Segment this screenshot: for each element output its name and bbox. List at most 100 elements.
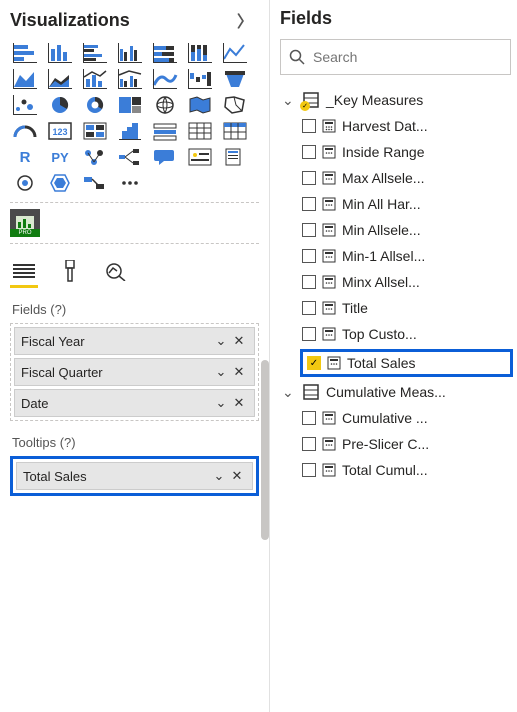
viz-stacked-column-icon[interactable]: [45, 42, 75, 64]
viz-powerapps-icon[interactable]: [45, 172, 75, 194]
viz-scatter-icon[interactable]: [10, 94, 40, 116]
viz-matrix-icon[interactable]: [220, 120, 250, 142]
collapse-pane-icon[interactable]: 〉: [231, 8, 259, 32]
viz-narrative-icon[interactable]: [185, 146, 215, 168]
viz-multi-card-icon[interactable]: [80, 120, 110, 142]
remove-icon[interactable]: ✕: [230, 333, 248, 349]
checkbox[interactable]: [302, 437, 316, 451]
viz-filled-map-icon[interactable]: [185, 94, 215, 116]
viz-automate-icon[interactable]: [80, 172, 110, 194]
chevron-down-icon[interactable]: ⌄: [210, 468, 228, 484]
field-label: Harvest Dat...: [342, 118, 428, 134]
fields-tab-icon[interactable]: [10, 256, 38, 288]
remove-icon[interactable]: ✕: [228, 468, 246, 484]
tooltips-well-label: Tooltips (?): [12, 435, 259, 450]
field-well-item[interactable]: Date ⌄ ✕: [14, 389, 255, 417]
viz-table-icon[interactable]: [185, 120, 215, 142]
checkbox[interactable]: [302, 411, 316, 425]
field-item[interactable]: Title: [300, 295, 517, 321]
chevron-down-icon[interactable]: ⌄: [212, 364, 230, 380]
field-well-item[interactable]: Fiscal Year ⌄ ✕: [14, 327, 255, 355]
viz-100-stacked-bar-icon[interactable]: [150, 42, 180, 64]
viz-arcgis-icon[interactable]: [10, 172, 40, 194]
field-item[interactable]: Min Allsele...: [300, 217, 517, 243]
field-label: Cumulative ...: [342, 410, 428, 426]
custom-visual-pro-icon[interactable]: PRO: [10, 209, 40, 237]
viz-line-clustered-icon[interactable]: [115, 68, 145, 90]
viz-waterfall-icon[interactable]: [185, 68, 215, 90]
table-name: Cumulative Meas...: [326, 384, 446, 400]
table-group[interactable]: ⌄ Cumulative Meas...: [280, 379, 517, 405]
collapse-icon[interactable]: ⌄: [282, 384, 296, 401]
viz-qa-icon[interactable]: [150, 146, 180, 168]
fields-pane: Fields ⌄ ✓ _Key Measures Harvest Dat... …: [270, 0, 517, 712]
viz-key-influencers-icon[interactable]: [80, 146, 110, 168]
viz-map-icon[interactable]: [150, 94, 180, 116]
viz-shape-map-icon[interactable]: [220, 94, 250, 116]
measure-icon: [322, 145, 336, 159]
viz-line-stacked-icon[interactable]: [80, 68, 110, 90]
field-item[interactable]: Top Custo...: [300, 321, 517, 347]
checkbox[interactable]: [302, 197, 316, 211]
viz-r-icon[interactable]: R: [10, 146, 40, 168]
field-item-highlighted[interactable]: ✓Total Sales: [300, 349, 513, 377]
chevron-down-icon[interactable]: ⌄: [212, 395, 230, 411]
search-input[interactable]: [313, 49, 502, 65]
checkbox[interactable]: [302, 249, 316, 263]
field-item[interactable]: Min-1 Allsel...: [300, 243, 517, 269]
viz-stacked-bar-icon[interactable]: [10, 42, 40, 64]
field-item[interactable]: Pre-Slicer C...: [300, 431, 517, 457]
viz-slicer-icon[interactable]: [150, 120, 180, 142]
viz-treemap-icon[interactable]: [115, 94, 145, 116]
viz-card-icon[interactable]: 123: [45, 120, 75, 142]
field-label: Max Allsele...: [342, 170, 424, 186]
checkbox[interactable]: [302, 223, 316, 237]
search-box[interactable]: [280, 39, 511, 75]
viz-100-stacked-column-icon[interactable]: [185, 42, 215, 64]
viz-py-icon[interactable]: PY: [45, 146, 75, 168]
remove-icon[interactable]: ✕: [230, 364, 248, 380]
viz-line-icon[interactable]: [220, 42, 250, 64]
field-item[interactable]: Inside Range: [300, 139, 517, 165]
checkbox[interactable]: [302, 301, 316, 315]
scrollbar-thumb[interactable]: [261, 360, 269, 540]
viz-clustered-bar-icon[interactable]: [80, 42, 110, 64]
viz-donut-icon[interactable]: [80, 94, 110, 116]
analytics-tab-icon[interactable]: [102, 256, 130, 288]
viz-kpi-icon[interactable]: [115, 120, 145, 142]
field-label: Total Cumul...: [342, 462, 428, 478]
viz-gauge-icon[interactable]: [10, 120, 40, 142]
checkbox[interactable]: [302, 145, 316, 159]
checkbox[interactable]: [302, 119, 316, 133]
tooltips-wells-highlight: Total Sales ⌄ ✕: [10, 456, 259, 496]
tooltip-well-item[interactable]: Total Sales ⌄ ✕: [16, 462, 253, 490]
viz-decomp-tree-icon[interactable]: [115, 146, 145, 168]
checkbox[interactable]: [302, 327, 316, 341]
viz-area-icon[interactable]: [10, 68, 40, 90]
format-tab-icon[interactable]: [56, 256, 84, 288]
viz-pie-icon[interactable]: [45, 94, 75, 116]
field-item[interactable]: Cumulative ...: [300, 405, 517, 431]
checkbox-checked[interactable]: ✓: [307, 356, 321, 370]
viz-clustered-column-icon[interactable]: [115, 42, 145, 64]
viz-paginated-icon[interactable]: [220, 146, 250, 168]
checkbox[interactable]: [302, 171, 316, 185]
viz-ribbon-icon[interactable]: [150, 68, 180, 90]
field-item[interactable]: Minx Allsel...: [300, 269, 517, 295]
remove-icon[interactable]: ✕: [230, 395, 248, 411]
field-item[interactable]: Max Allsele...: [300, 165, 517, 191]
table-group[interactable]: ⌄ ✓ _Key Measures: [280, 87, 517, 113]
viz-funnel-icon[interactable]: [220, 68, 250, 90]
field-item[interactable]: Min All Har...: [300, 191, 517, 217]
fields-title: Fields: [280, 8, 332, 29]
field-item[interactable]: Harvest Dat...: [300, 113, 517, 139]
field-well-item[interactable]: Fiscal Quarter ⌄ ✕: [14, 358, 255, 386]
checkbox[interactable]: [302, 275, 316, 289]
collapse-icon[interactable]: ⌄: [282, 92, 296, 109]
viz-stacked-area-icon[interactable]: [45, 68, 75, 90]
field-item[interactable]: Total Cumul...: [300, 457, 517, 483]
chevron-down-icon[interactable]: ⌄: [212, 333, 230, 349]
measure-icon: [322, 437, 336, 451]
viz-more-icon[interactable]: [115, 172, 145, 194]
checkbox[interactable]: [302, 463, 316, 477]
